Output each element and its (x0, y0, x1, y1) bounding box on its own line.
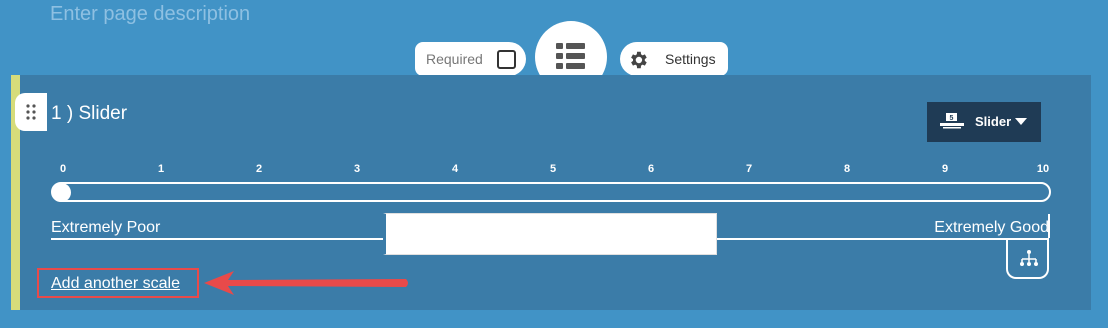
scale-tick-label: 2 (255, 163, 263, 175)
scale-tick-label: 1 (157, 163, 165, 175)
page-description-input[interactable]: Enter page description (50, 3, 250, 26)
required-toggle[interactable]: Required (415, 42, 526, 76)
branch-logic-button[interactable] (1006, 240, 1049, 279)
add-scale-highlight: Add another scale (37, 268, 199, 298)
svg-text:5: 5 (950, 115, 954, 122)
branch-logic-icon (1020, 250, 1038, 266)
settings-button[interactable]: Settings (620, 42, 728, 76)
add-another-scale-link[interactable]: Add another scale (51, 275, 180, 293)
slider-track[interactable] (51, 182, 1051, 202)
label-underline-left (51, 238, 383, 240)
scale-tick-label: 10 (1036, 163, 1050, 175)
drag-dots-icon (26, 104, 36, 120)
label-underline-right (716, 238, 1049, 240)
scale-tick-label: 7 (745, 163, 753, 175)
scale-tick-label: 3 (353, 163, 361, 175)
settings-label: Settings (665, 51, 716, 67)
gear-icon (631, 51, 647, 69)
arrow-left-icon (204, 271, 408, 295)
scale-tick-label: 8 (843, 163, 851, 175)
scale-label-right[interactable]: Extremely Good (934, 219, 1049, 237)
scale-label-left[interactable]: Extremely Poor (51, 219, 160, 237)
question-title-text: Slider (78, 103, 128, 124)
chevron-down-icon (1015, 118, 1027, 125)
slider-type-icon: 5 (940, 113, 964, 129)
slider-thumb[interactable] (52, 183, 71, 202)
question-type-dropdown[interactable]: 5 Slider (927, 102, 1041, 142)
scale-label-middle-input[interactable] (383, 213, 717, 255)
scale-tick-label: 4 (451, 163, 459, 175)
drag-handle[interactable] (15, 93, 47, 131)
question-number: 1 ) (51, 103, 74, 124)
required-checkbox[interactable] (497, 50, 516, 69)
scale-tick-label: 5 (549, 163, 557, 175)
scale-tick-label: 6 (647, 163, 655, 175)
scale-tick-label: 9 (941, 163, 949, 175)
question-title[interactable]: 1 ) Slider (51, 103, 127, 125)
required-label: Required (426, 51, 483, 67)
scale-tick-label: 0 (59, 163, 67, 175)
question-type-label: Slider (975, 114, 1012, 129)
